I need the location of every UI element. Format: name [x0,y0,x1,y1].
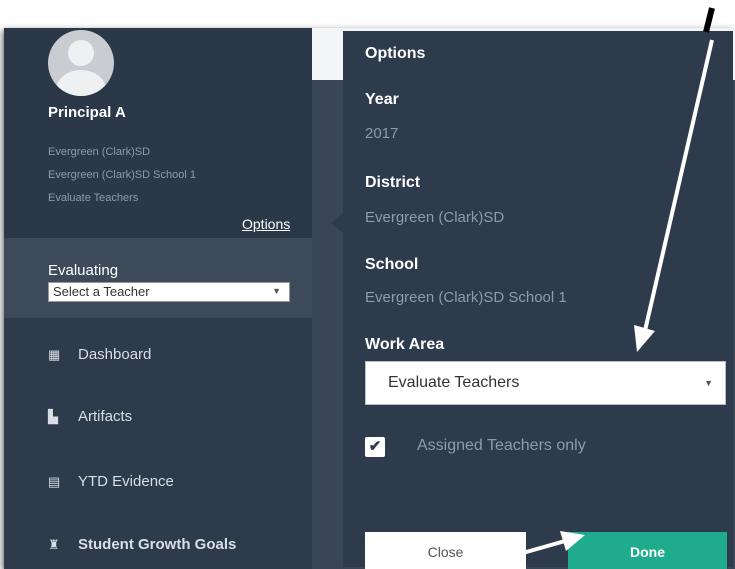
nav-ytd-evidence[interactable]: ▤ YTD Evidence [48,473,174,490]
year-value: 2017 [365,125,399,142]
options-title: Options [365,45,426,62]
assigned-only-label: Assigned Teachers only [417,437,586,454]
district-value: Evergreen (Clark)SD [365,209,505,226]
nav-student-growth-goals[interactable]: ♜ Student Growth Goals [48,536,236,553]
avatar-shoulders [56,70,106,96]
school-info: Evergreen (Clark)SD School 1 [48,169,196,181]
teacher-select[interactable]: Select a Teacher ▼ [48,282,290,302]
done-button[interactable]: Done [568,532,727,569]
dashboard-grid-icon: ▦ [48,347,61,362]
chevron-down-icon: ▼ [272,286,281,296]
work-area-select[interactable]: Evaluate Teachers ▼ [365,361,726,405]
table-icon: ▤ [48,474,61,489]
district-label: District [365,174,421,191]
nav-dashboard[interactable]: ▦ Dashboard [48,346,151,363]
nav-artifacts-label: Artifacts [78,408,133,425]
district-info: Evergreen (Clark)SD [48,146,151,158]
sidebar: Principal A Evergreen (Clark)SD Evergree… [4,28,312,569]
nav-dashboard-label: Dashboard [78,346,152,363]
close-button[interactable]: Close [365,532,526,569]
nav-artifacts[interactable]: ▙ Artifacts [48,408,132,425]
student-icon: ♜ [48,537,60,552]
options-popover: Options Year 2017 District Evergreen (Cl… [343,31,733,569]
nav-student-growth-goals-label: Student Growth Goals [78,536,237,553]
user-name: Principal A [48,104,126,121]
app-window: Principal A Evergreen (Clark)SD Evergree… [4,28,735,569]
school-value: Evergreen (Clark)SD School 1 [365,289,567,306]
work-area-select-value: Evaluate Teachers [388,374,520,391]
options-link[interactable]: Options [242,216,290,232]
nav-ytd-evidence-label: YTD Evidence [78,473,174,490]
year-label: Year [365,91,399,108]
evaluating-label: Evaluating [48,262,119,279]
popover-pointer [331,213,343,233]
evaluating-panel: Evaluating Select a Teacher ▼ [4,238,312,318]
school-label: School [365,256,419,273]
avatar-head [68,40,94,66]
artifacts-icon: ▙ [48,409,58,424]
assigned-only-checkbox[interactable]: ✔ [365,437,385,457]
profile-panel: Principal A Evergreen (Clark)SD Evergree… [4,28,312,238]
work-area-label: Work Area [365,336,445,353]
work-area-info: Evaluate Teachers [48,192,139,204]
teacher-select-value: Select a Teacher [53,284,150,299]
chevron-down-icon: ▼ [704,378,713,388]
avatar [48,30,114,96]
